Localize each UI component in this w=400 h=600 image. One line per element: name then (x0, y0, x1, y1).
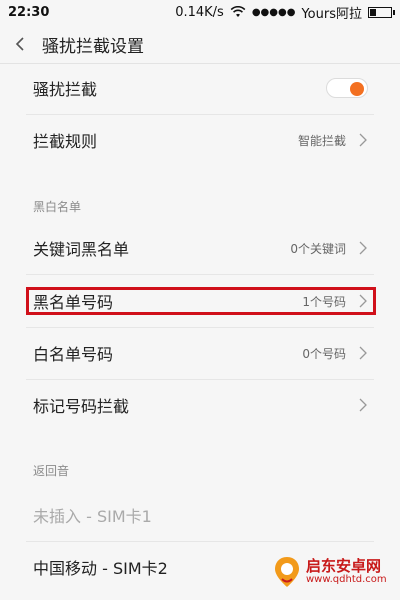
intercept-label: 骚扰拦截 (33, 80, 98, 99)
section-busy-tone: 返回音 (33, 464, 70, 478)
status-bar: 22:30 0.14K/s ●●●●● Yours阿拉 (0, 0, 400, 24)
carrier-name: Yours阿拉 (301, 6, 362, 22)
sim2-label: 中国移动 - SIM卡2 (33, 559, 168, 578)
header: 骚扰拦截设置 (0, 24, 400, 64)
section-black-white: 黑白名单 (33, 200, 82, 214)
sim1-row: 未插入 - SIM卡1 (0, 489, 400, 541)
battery-icon (368, 6, 395, 18)
keyword-blacklist-row[interactable]: 关键词黑名单 0个关键词 (0, 222, 400, 274)
rules-row[interactable]: 拦截规则 智能拦截 (0, 114, 400, 166)
chevron-left-icon (15, 37, 24, 51)
signal-icon: ●●●●● (251, 6, 296, 18)
sim1-label: 未插入 - SIM卡1 (33, 507, 152, 526)
location-pin-logo-icon (275, 557, 299, 587)
watermark-url: www.qdhtd.com (306, 574, 387, 585)
chevron-right-icon (359, 133, 367, 147)
chevron-right-icon (359, 346, 367, 360)
page-title: 骚扰拦截设置 (42, 36, 144, 57)
whitelist-numbers-row[interactable]: 白名单号码 0个号码 (0, 327, 400, 379)
chevron-right-icon (359, 398, 367, 412)
rules-value: 智能拦截 (297, 133, 346, 148)
whitelist-numbers-value: 0个号码 (302, 346, 346, 361)
back-button[interactable] (0, 24, 40, 64)
marked-numbers-label: 标记号码拦截 (33, 397, 130, 416)
whitelist-numbers-label: 白名单号码 (33, 345, 114, 364)
watermark: 启东安卓网 www.qdhtd.com (272, 555, 387, 589)
status-right: 0.14K/s ●●●●● Yours阿拉 (175, 3, 395, 22)
chevron-right-icon (359, 241, 367, 255)
keyword-blacklist-value: 0个关键词 (290, 241, 346, 256)
highlight-box (26, 287, 376, 315)
status-time: 22:30 (8, 4, 50, 20)
intercept-toggle[interactable] (326, 78, 368, 98)
intercept-row[interactable]: 骚扰拦截 (0, 62, 400, 114)
network-speed: 0.14K/s (175, 4, 224, 20)
watermark-title: 启东安卓网 (306, 557, 382, 575)
toggle-knob (350, 82, 364, 96)
rules-label: 拦截规则 (33, 132, 98, 151)
wifi-icon (230, 6, 246, 17)
keyword-blacklist-label: 关键词黑名单 (33, 240, 130, 259)
marked-numbers-row[interactable]: 标记号码拦截 (0, 379, 400, 431)
